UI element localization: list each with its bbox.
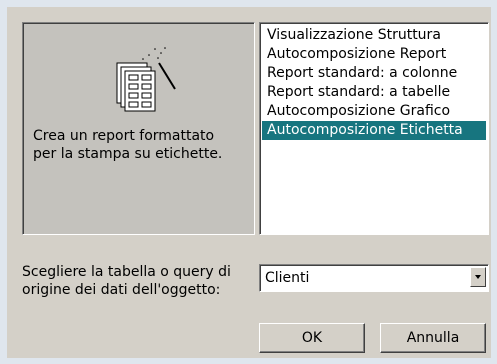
preview-panel: Crea un report formattato per la stampa … (22, 22, 255, 235)
dropdown-arrow-icon[interactable] (470, 267, 486, 287)
source-combobox[interactable]: Clienti (259, 264, 489, 292)
source-value: Clienti (265, 270, 310, 286)
report-type-item[interactable]: Autocomposizione Grafico (262, 102, 486, 121)
cancel-button[interactable]: Annulla (380, 323, 486, 353)
new-report-dialog: Crea un report formattato per la stampa … (7, 7, 491, 358)
report-type-item[interactable]: Autocomposizione Etichetta (262, 121, 486, 140)
source-label: Scegliere la tabella o query di origine … (22, 264, 231, 298)
report-type-item[interactable]: Visualizzazione Struttura (262, 26, 486, 45)
report-labels-wizard-icon (116, 47, 176, 112)
report-type-item[interactable]: Autocomposizione Report (262, 45, 486, 64)
ok-button[interactable]: OK (259, 323, 365, 353)
report-type-item[interactable]: Report standard: a tabelle (262, 83, 486, 102)
report-type-item[interactable]: Report standard: a colonne (262, 64, 486, 83)
report-type-list[interactable]: Visualizzazione Struttura Autocomposizion… (259, 22, 489, 235)
preview-description: Crea un report formattato per la stampa … (33, 128, 223, 162)
